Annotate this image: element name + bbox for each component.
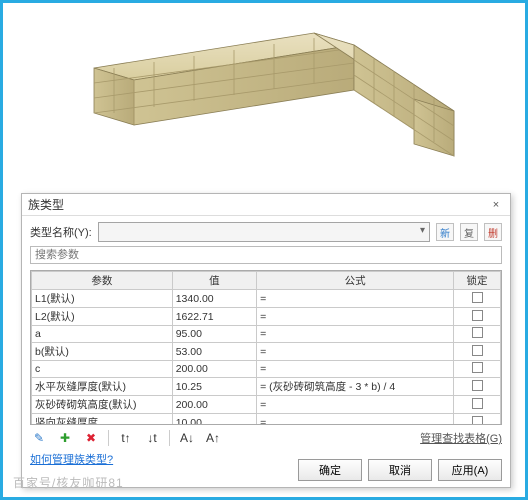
param-lock-cell[interactable] bbox=[454, 361, 501, 378]
lock-checkbox[interactable] bbox=[472, 362, 483, 373]
param-lock-cell[interactable] bbox=[454, 378, 501, 396]
col-formula[interactable]: 公式 bbox=[257, 272, 454, 290]
param-formula-cell[interactable]: = bbox=[257, 414, 454, 426]
param-lock-cell[interactable] bbox=[454, 343, 501, 361]
col-lock[interactable]: 锁定 bbox=[454, 272, 501, 290]
table-row[interactable]: 水平灰缝厚度(默认)10.25= (灰砂砖砌筑高度 - 3 * b) / 4 bbox=[32, 378, 501, 396]
search-input[interactable] bbox=[30, 246, 502, 264]
param-name-cell[interactable]: b(默认) bbox=[32, 343, 173, 361]
param-lock-cell[interactable] bbox=[454, 414, 501, 426]
duplicate-type-button[interactable]: 复 bbox=[460, 223, 478, 241]
param-formula-cell[interactable]: = bbox=[257, 361, 454, 378]
delete-param-icon[interactable]: ✖ bbox=[82, 429, 100, 447]
lock-checkbox[interactable] bbox=[472, 345, 483, 356]
param-formula-cell[interactable]: = bbox=[257, 396, 454, 414]
param-toolbar: ✎ ✚ ✖ t↑ ↓t A↓ A↑ 管理查找表格(G) bbox=[22, 425, 510, 449]
table-row[interactable]: 竖向灰缝厚度10.00= bbox=[32, 414, 501, 426]
param-formula-cell[interactable]: = (灰砂砖砌筑高度 - 3 * b) / 4 bbox=[257, 378, 454, 396]
param-formula-cell[interactable]: = bbox=[257, 343, 454, 361]
close-icon[interactable]: × bbox=[488, 197, 504, 213]
new-param-icon[interactable]: ✎ bbox=[30, 429, 48, 447]
param-value-cell[interactable]: 1622.71 bbox=[172, 308, 256, 326]
dialog-titlebar[interactable]: 族类型 × bbox=[22, 194, 510, 216]
param-value-cell[interactable]: 95.00 bbox=[172, 326, 256, 343]
param-lock-cell[interactable] bbox=[454, 396, 501, 414]
param-value-cell[interactable]: 200.00 bbox=[172, 396, 256, 414]
apply-button[interactable]: 应用(A) bbox=[438, 459, 502, 481]
param-name-cell[interactable]: L1(默认) bbox=[32, 290, 173, 308]
param-name-cell[interactable]: c bbox=[32, 361, 173, 378]
lock-checkbox[interactable] bbox=[472, 310, 483, 321]
col-param[interactable]: 参数 bbox=[32, 272, 173, 290]
manage-lookup-link[interactable]: 管理查找表格(G) bbox=[420, 430, 502, 446]
lock-checkbox[interactable] bbox=[472, 398, 483, 409]
ok-button[interactable]: 确定 bbox=[298, 459, 362, 481]
table-row[interactable]: L2(默认)1622.71= bbox=[32, 308, 501, 326]
add-param-icon[interactable]: ✚ bbox=[56, 429, 74, 447]
new-type-button[interactable]: 新 bbox=[436, 223, 454, 241]
type-name-label: 类型名称(Y): bbox=[30, 224, 92, 240]
param-lock-cell[interactable] bbox=[454, 326, 501, 343]
parameters-table: 参数 值 公式 锁定 L1(默认)1340.00=L2(默认)1622.71=a… bbox=[31, 271, 501, 425]
lock-checkbox[interactable] bbox=[472, 416, 483, 426]
param-value-cell[interactable]: 53.00 bbox=[172, 343, 256, 361]
param-name-cell[interactable]: 竖向灰缝厚度 bbox=[32, 414, 173, 426]
col-value[interactable]: 值 bbox=[172, 272, 256, 290]
lock-checkbox[interactable] bbox=[472, 327, 483, 338]
separator bbox=[169, 430, 170, 446]
move-up-icon[interactable]: t↑ bbox=[117, 429, 135, 447]
model-viewport[interactable] bbox=[3, 3, 525, 193]
param-formula-cell[interactable]: = bbox=[257, 308, 454, 326]
separator bbox=[108, 430, 109, 446]
param-name-cell[interactable]: a bbox=[32, 326, 173, 343]
param-formula-cell[interactable]: = bbox=[257, 290, 454, 308]
move-down-icon[interactable]: ↓t bbox=[143, 429, 161, 447]
dialog-footer: 确定 取消 应用(A) bbox=[298, 459, 502, 481]
param-name-cell[interactable]: 灰砂砖砌筑高度(默认) bbox=[32, 396, 173, 414]
brick-wall-model bbox=[54, 13, 474, 183]
cancel-button[interactable]: 取消 bbox=[368, 459, 432, 481]
type-name-dropdown[interactable] bbox=[98, 222, 430, 242]
table-row[interactable]: 灰砂砖砌筑高度(默认)200.00= bbox=[32, 396, 501, 414]
param-formula-cell[interactable]: = bbox=[257, 326, 454, 343]
table-row[interactable]: c200.00= bbox=[32, 361, 501, 378]
lock-checkbox[interactable] bbox=[472, 380, 483, 391]
param-lock-cell[interactable] bbox=[454, 308, 501, 326]
delete-type-button[interactable]: 删 bbox=[484, 223, 502, 241]
param-value-cell[interactable]: 200.00 bbox=[172, 361, 256, 378]
sort-desc-icon[interactable]: A↑ bbox=[204, 429, 222, 447]
help-link[interactable]: 如何管理族类型? bbox=[30, 454, 113, 466]
param-name-cell[interactable]: L2(默认) bbox=[32, 308, 173, 326]
param-value-cell[interactable]: 10.00 bbox=[172, 414, 256, 426]
table-row[interactable]: b(默认)53.00= bbox=[32, 343, 501, 361]
family-types-dialog: 族类型 × 类型名称(Y): 新 复 删 参数 值 公式 锁定 bbox=[21, 193, 511, 488]
sort-asc-icon[interactable]: A↓ bbox=[178, 429, 196, 447]
param-value-cell[interactable]: 10.25 bbox=[172, 378, 256, 396]
dialog-title: 族类型 bbox=[28, 196, 64, 213]
lock-checkbox[interactable] bbox=[472, 292, 483, 303]
table-row[interactable]: a95.00= bbox=[32, 326, 501, 343]
param-lock-cell[interactable] bbox=[454, 290, 501, 308]
param-name-cell[interactable]: 水平灰缝厚度(默认) bbox=[32, 378, 173, 396]
table-row[interactable]: L1(默认)1340.00= bbox=[32, 290, 501, 308]
parameters-table-wrap[interactable]: 参数 值 公式 锁定 L1(默认)1340.00=L2(默认)1622.71=a… bbox=[30, 270, 502, 425]
param-value-cell[interactable]: 1340.00 bbox=[172, 290, 256, 308]
